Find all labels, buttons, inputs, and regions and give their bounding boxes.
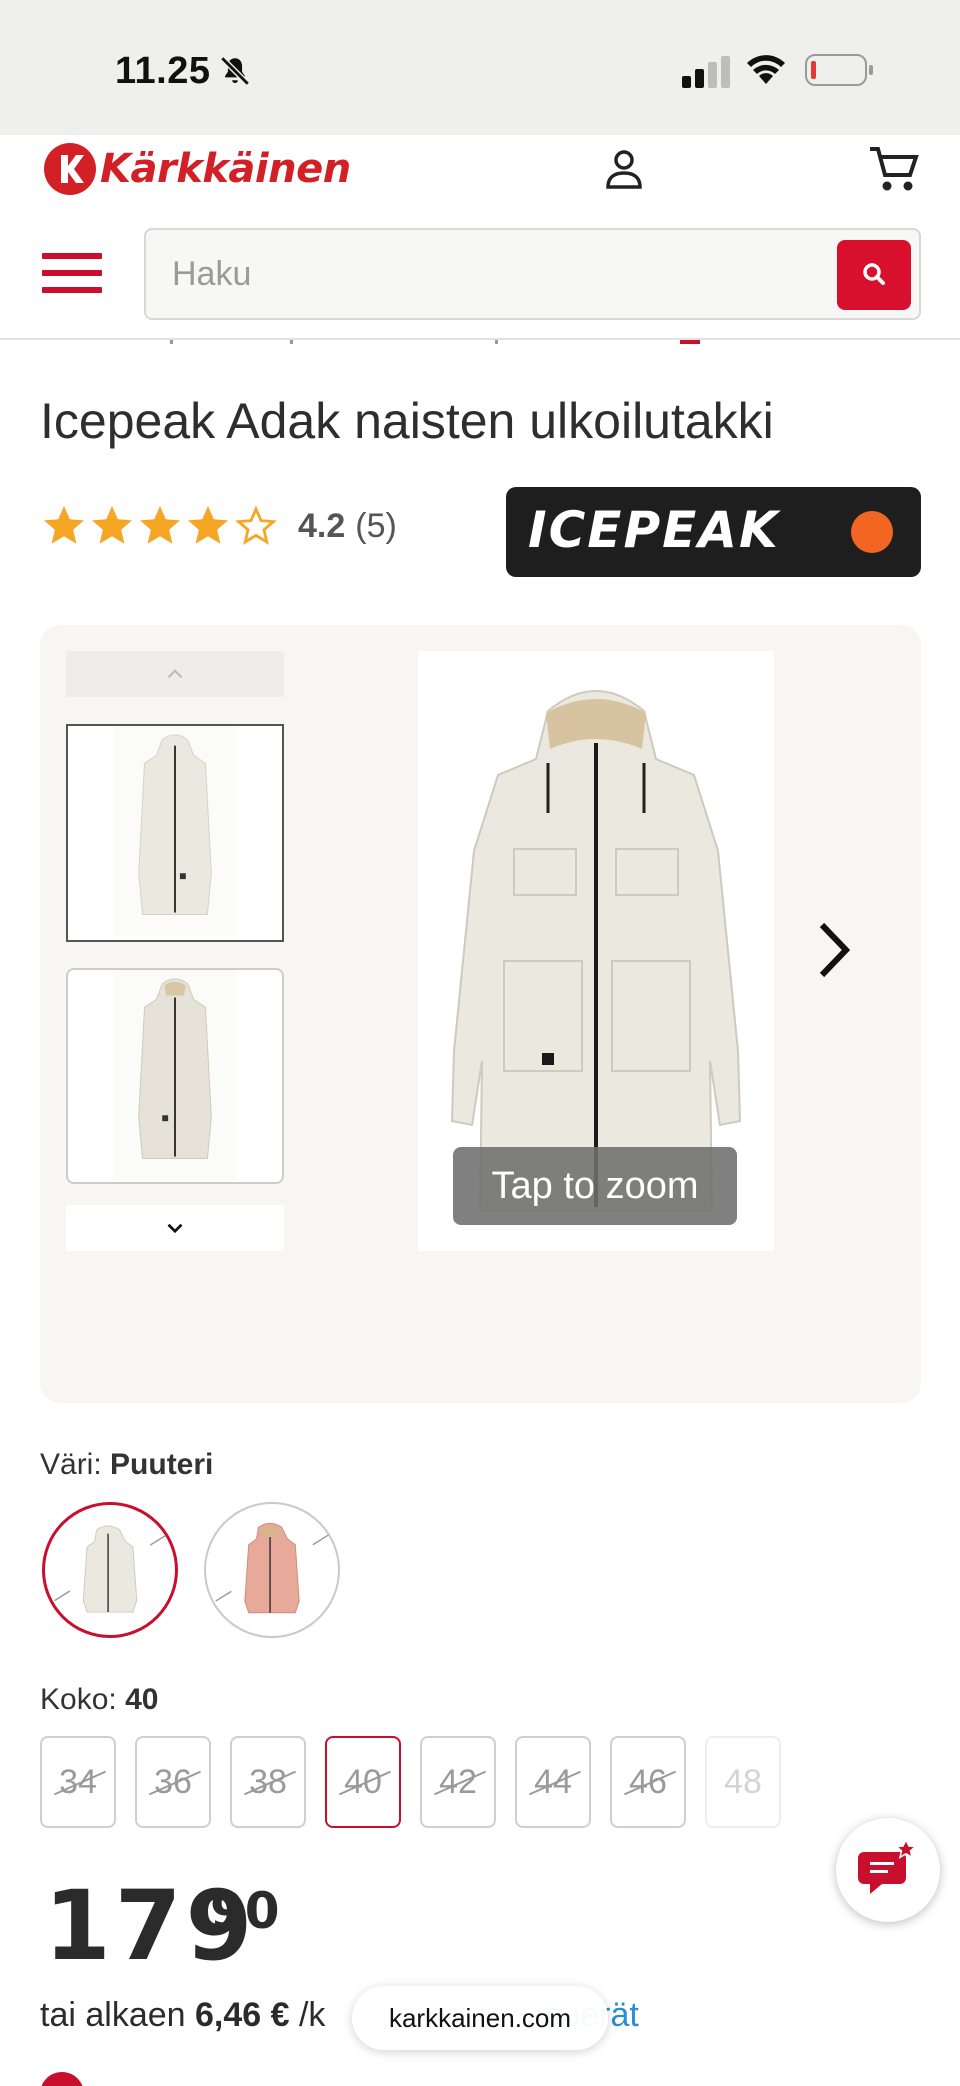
bottom-badge-icon xyxy=(40,2072,84,2086)
color-swatch-pink[interactable] xyxy=(204,1502,340,1638)
status-bar: 11.25 xyxy=(0,0,960,135)
site-logo[interactable]: Kärkkäinen xyxy=(44,143,351,195)
chevron-up-icon xyxy=(167,669,183,679)
coat-pink-swatch-image xyxy=(215,1522,329,1614)
size-option-38[interactable]: 38 xyxy=(230,1736,306,1828)
logo-k-icon xyxy=(44,143,96,195)
star-empty-icon xyxy=(235,505,277,545)
size-option-46[interactable]: 46 xyxy=(610,1736,686,1828)
logo-text: Kärkkäinen xyxy=(100,146,351,192)
color-swatch-selected[interactable] xyxy=(42,1502,178,1638)
size-option-36[interactable]: 36 xyxy=(135,1736,211,1828)
installment-prefix: tai alkaen xyxy=(40,1996,186,2034)
thumbnail-back[interactable] xyxy=(66,968,284,1184)
size-option-34[interactable]: 34 xyxy=(40,1736,116,1828)
price-cents: 90 xyxy=(210,1882,280,1940)
size-label-text: Koko: xyxy=(40,1683,117,1716)
rating-count: (5) xyxy=(355,506,397,545)
search-box xyxy=(144,228,921,320)
coat-front-thumbnail-image xyxy=(113,726,237,937)
size-option-44[interactable]: 44 xyxy=(515,1736,591,1828)
star-full-icon xyxy=(44,506,84,544)
chat-icon xyxy=(858,1838,918,1894)
bell-muted-icon xyxy=(220,56,250,86)
size-label: Koko: 40 xyxy=(40,1683,158,1717)
search-input[interactable] xyxy=(172,248,752,300)
installment-amount: 6,46 € xyxy=(195,1996,290,2034)
brand-logo-text: ICEPEAK xyxy=(528,501,780,559)
product-title: Icepeak Adak naisten ulkoilutakki xyxy=(40,393,774,449)
star-full-icon xyxy=(92,506,132,544)
size-option-label: 48 xyxy=(724,1762,762,1801)
size-option-40[interactable]: 40 xyxy=(325,1736,401,1828)
coat-back-thumbnail-image xyxy=(113,970,237,1181)
rating-value: 4.2 xyxy=(298,506,346,545)
thumbnails-scroll-down-button[interactable] xyxy=(66,1205,284,1251)
product-rating[interactable]: 4.2 (5) xyxy=(40,502,397,550)
hamburger-menu-icon[interactable] xyxy=(42,253,102,297)
size-option-42[interactable]: 42 xyxy=(420,1736,496,1828)
star-full-icon xyxy=(188,506,228,544)
status-time: 11.25 xyxy=(115,50,211,92)
account-icon[interactable] xyxy=(600,145,648,193)
cart-icon[interactable] xyxy=(866,143,920,195)
size-option-48[interactable]: 48 xyxy=(705,1736,781,1828)
next-image-arrow-icon[interactable] xyxy=(812,917,858,983)
chevron-down-icon xyxy=(167,1223,183,1234)
star-full-icon xyxy=(140,506,180,544)
search-button[interactable] xyxy=(837,240,911,310)
product-gallery: Tap to zoom xyxy=(40,625,921,1403)
site-header: Kärkkäinen xyxy=(0,135,960,340)
brand-logo-dot xyxy=(851,511,893,553)
rating-stars xyxy=(40,502,280,550)
tap-to-zoom-hint[interactable]: Tap to zoom xyxy=(453,1147,737,1225)
color-label-text: Väri: xyxy=(40,1448,102,1481)
chat-button[interactable] xyxy=(836,1818,940,1922)
color-label: Väri: Puuteri xyxy=(40,1448,213,1482)
battery-low-icon xyxy=(805,54,873,86)
search-icon xyxy=(863,263,885,285)
size-options: 34 36 38 40 42 44 46 48 xyxy=(40,1736,800,1828)
browser-url-pill[interactable]: karkkainen.com xyxy=(352,1986,608,2050)
wifi-icon xyxy=(747,55,785,84)
selected-size: 40 xyxy=(125,1683,159,1716)
installment-suffix: /k xyxy=(298,1996,326,2034)
breadcrumb-peek xyxy=(170,340,700,344)
selected-color: Puuteri xyxy=(110,1448,214,1481)
coat-beige-swatch-image xyxy=(54,1525,166,1613)
thumbnails-scroll-up-button[interactable] xyxy=(66,651,284,697)
thumbnail-front[interactable] xyxy=(66,724,284,942)
brand-logo[interactable]: ICEPEAK xyxy=(506,487,921,577)
cellular-signal-icon xyxy=(682,56,730,88)
